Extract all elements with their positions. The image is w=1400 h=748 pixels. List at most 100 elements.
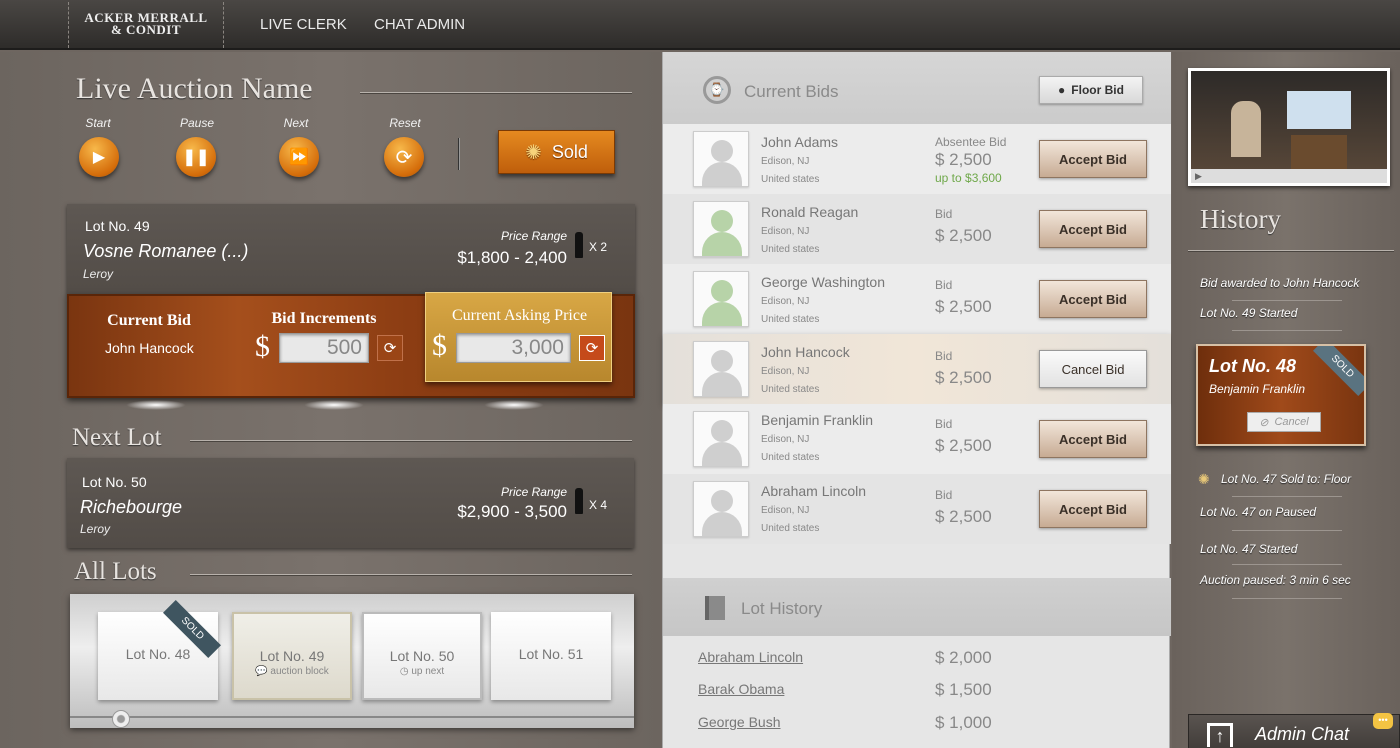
bid-type: Absentee Bid xyxy=(935,135,1007,149)
avatar xyxy=(693,481,749,537)
start-label: Start xyxy=(85,116,111,130)
bidder-country: United states xyxy=(761,452,820,463)
auctioneer-figure xyxy=(1231,101,1261,157)
control-divider xyxy=(458,138,460,170)
bidder-name: John Hancock xyxy=(761,344,850,360)
title-divider xyxy=(360,92,632,94)
video-player[interactable]: ▶ xyxy=(1188,68,1390,186)
current-bids-header: ⌚ Current Bids ● Floor Bid xyxy=(663,52,1171,124)
sold-lot-number: Lot No. 48 xyxy=(1209,356,1297,376)
lot-card[interactable]: Lot No. 50 ◷ up next xyxy=(362,612,482,700)
asking-price-input[interactable]: 3,000 xyxy=(456,333,571,363)
bid-type: Bid xyxy=(935,488,953,502)
cancel-icon: ⊘ xyxy=(1259,416,1269,429)
history-entry: Lot No. 47 Sold to: Floor xyxy=(1221,472,1352,486)
pause-label: Pause xyxy=(179,116,215,130)
next-lot-qty: X 4 xyxy=(589,498,608,512)
history-separator xyxy=(1232,300,1342,301)
clock-icon: ◷ xyxy=(399,666,409,677)
lot-card-status: 💬 auction block xyxy=(234,666,350,677)
sold-badge: SOLD xyxy=(1313,346,1364,396)
current-lot-qty: X 2 xyxy=(589,240,608,254)
history-bidder-link[interactable]: Barak Obama xyxy=(698,681,784,697)
top-bar: ACKER MERRALL & CONDIT LIVE CLERK CHAT A… xyxy=(0,0,1400,50)
cancel-sale-button[interactable]: ⊘ Cancel xyxy=(1247,412,1321,432)
bidder-city: Edison, NJ xyxy=(761,434,810,445)
current-lot-panel: Lot No. 49 Vosne Romanee (...) Leroy Pri… xyxy=(67,204,635,296)
reset-button[interactable]: ⟳ xyxy=(384,137,424,177)
history-entry: Lot No. 47 on Paused xyxy=(1200,505,1317,519)
accept-bid-button[interactable]: Accept Bid xyxy=(1039,280,1147,318)
brand-logo[interactable]: ACKER MERRALL & CONDIT xyxy=(68,2,224,48)
asking-currency: $ xyxy=(432,329,447,362)
history-amount: $ 1,500 xyxy=(935,680,992,699)
current-bids-title: Current Bids xyxy=(744,82,839,101)
history-separator xyxy=(1232,330,1342,331)
floor-bid-button[interactable]: ● Floor Bid xyxy=(1039,76,1143,104)
asking-refresh-button[interactable]: ⟳ xyxy=(579,335,605,361)
bid-row-highlighted: John Hancock Edison, NJ United states Bi… xyxy=(663,334,1171,404)
avatar xyxy=(693,341,749,397)
lot-card[interactable]: Lot No. 51 xyxy=(491,612,611,700)
history-amount: $ 2,000 xyxy=(935,648,992,667)
history-separator xyxy=(1232,598,1342,599)
history-entry: Lot No. 49 Started xyxy=(1200,306,1298,320)
history-separator xyxy=(1232,530,1342,531)
video-frame: ▶ xyxy=(1191,71,1387,183)
bidder-name: Abraham Lincoln xyxy=(761,483,867,499)
bid-increment-input[interactable]: 500 xyxy=(279,333,369,363)
next-lot-divider xyxy=(190,440,632,442)
bid-amount: $ 2,500 xyxy=(935,507,992,526)
start-button[interactable]: ▶ xyxy=(79,137,119,177)
lot-card[interactable]: Lot No. 48 SOLD xyxy=(98,600,221,700)
accept-bid-button[interactable]: Accept Bid xyxy=(1039,490,1147,528)
accept-bid-button[interactable]: Accept Bid xyxy=(1039,420,1147,458)
bid-amount: $ 2,500 xyxy=(935,436,992,455)
bid-type: Bid xyxy=(935,207,953,221)
lot-card-sub: up next xyxy=(411,666,445,677)
bidder-country: United states xyxy=(761,384,820,395)
award-icon: ✺ xyxy=(1198,471,1210,487)
history-bidder-link[interactable]: George Bush xyxy=(698,714,781,730)
bidder-city: Edison, NJ xyxy=(761,366,810,377)
video-screen xyxy=(1287,91,1351,129)
next-lot-maker: Leroy xyxy=(80,522,111,536)
history-amount: $ 1,000 xyxy=(935,713,992,732)
bottle-icon xyxy=(575,232,583,258)
bidder-country: United states xyxy=(761,174,820,185)
price-range-label: Price Range xyxy=(500,229,567,243)
next-button[interactable]: ⏩ xyxy=(279,137,319,177)
cancel-bid-button[interactable]: Cancel Bid xyxy=(1039,350,1147,388)
gavel-icon: ● xyxy=(1058,83,1066,97)
history-separator xyxy=(1232,496,1342,497)
next-price-range: $2,900 - 3,500 xyxy=(457,502,567,521)
increment-refresh-button[interactable]: ⟳ xyxy=(377,335,403,361)
sold-button[interactable]: ✺ Sold xyxy=(498,130,615,174)
accept-bid-button[interactable]: Accept Bid xyxy=(1039,210,1147,248)
nav-live-clerk[interactable]: LIVE CLERK xyxy=(260,16,347,33)
asking-price-box: Current Asking Price $ 3,000 ⟳ xyxy=(425,292,612,382)
light-glow xyxy=(126,400,186,410)
bidder-name: George Washington xyxy=(761,274,885,290)
admin-chat-button[interactable]: ↑ Admin Chat ••• xyxy=(1188,713,1400,748)
current-price-range: $1,800 - 2,400 xyxy=(457,248,567,267)
bidder-name: John Adams xyxy=(761,134,839,150)
logo-line-2: & CONDIT xyxy=(110,22,182,37)
current-lot-name: Vosne Romanee (...) xyxy=(83,241,249,261)
next-lot-name: Richebourge xyxy=(80,497,183,517)
podium xyxy=(1291,135,1347,171)
carousel-slider-handle[interactable] xyxy=(112,710,130,728)
play-icon: ▶ xyxy=(92,149,106,166)
current-bidder: John Hancock xyxy=(105,340,194,356)
video-controls[interactable]: ▶ xyxy=(1191,169,1387,183)
pause-button[interactable]: ❚❚ xyxy=(176,137,216,177)
accept-bid-button[interactable]: Accept Bid xyxy=(1039,140,1147,178)
history-entry: Lot No. 47 Started xyxy=(1200,542,1298,556)
next-label: Next xyxy=(283,116,309,130)
lot-card[interactable]: Lot No. 49 💬 auction block xyxy=(232,612,352,700)
nav-chat-admin[interactable]: CHAT ADMIN xyxy=(374,16,465,33)
floor-bid-label: Floor Bid xyxy=(1071,83,1124,97)
avatar xyxy=(693,131,749,187)
light-glow xyxy=(304,400,364,410)
history-bidder-link[interactable]: Abraham Lincoln xyxy=(698,649,803,665)
